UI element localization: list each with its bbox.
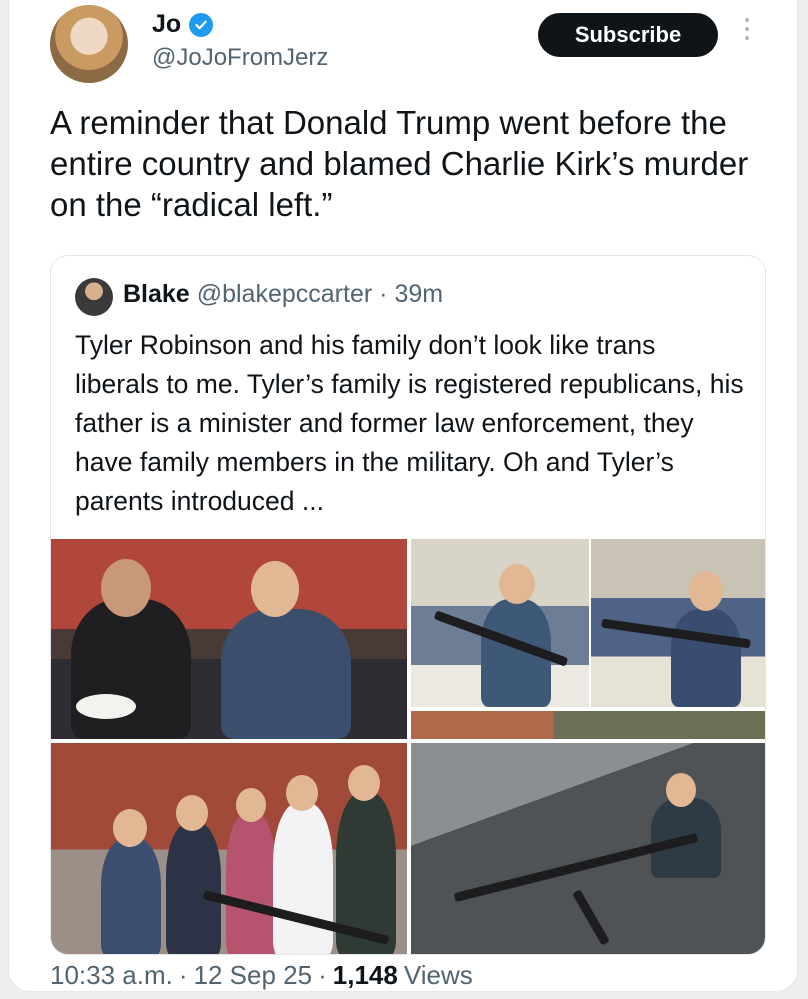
author-name[interactable]: Jo <box>152 10 181 39</box>
quoted-author-handle[interactable]: @blakepccarter <box>197 280 372 309</box>
author-handle[interactable]: @JoJoFromJerz <box>152 44 328 72</box>
tweet-meta: 10:33 a.m. · 12 Sep 25 · 1,148 Views <box>50 960 473 991</box>
author-name-row: Jo <box>152 10 214 39</box>
photo-boy-with-machine-gun[interactable] <box>411 743 765 954</box>
post-time[interactable]: 10:33 a.m. <box>50 960 173 991</box>
photo-strip[interactable] <box>411 711 765 739</box>
photo-family-group[interactable] <box>51 743 407 954</box>
quoted-author-name[interactable]: Blake <box>123 280 190 309</box>
tweet-text: A reminder that Donald Trump went before… <box>50 104 749 223</box>
post-date[interactable]: 12 Sep 25 <box>194 960 313 991</box>
quoted-author-avatar[interactable] <box>75 278 113 316</box>
more-options-icon[interactable] <box>742 18 752 48</box>
views-count[interactable]: 1,148 <box>333 960 398 991</box>
photo-boy-with-rifle-2[interactable] <box>591 539 765 707</box>
photo-grid[interactable] <box>51 539 765 954</box>
quoted-tweet-header: Blake @blakepccarter · 39m <box>123 280 443 309</box>
views-label: Views <box>403 960 473 990</box>
quoted-tweet-text: Tyler Robinson and his family don’t look… <box>75 330 744 516</box>
quoted-tweet[interactable]: Blake @blakepccarter · 39m Tyler Robinso… <box>50 255 766 955</box>
meta-separator: · <box>178 960 188 990</box>
author-avatar[interactable] <box>50 5 128 83</box>
header-separator: · <box>379 280 388 308</box>
verified-badge-icon <box>189 12 214 37</box>
subscribe-button[interactable]: Subscribe <box>538 13 718 57</box>
photo-boy-with-rifle-1[interactable] <box>411 539 589 707</box>
photo-restaurant[interactable] <box>51 539 407 739</box>
quoted-timestamp[interactable]: 39m <box>395 280 444 309</box>
meta-separator: · <box>318 960 327 990</box>
